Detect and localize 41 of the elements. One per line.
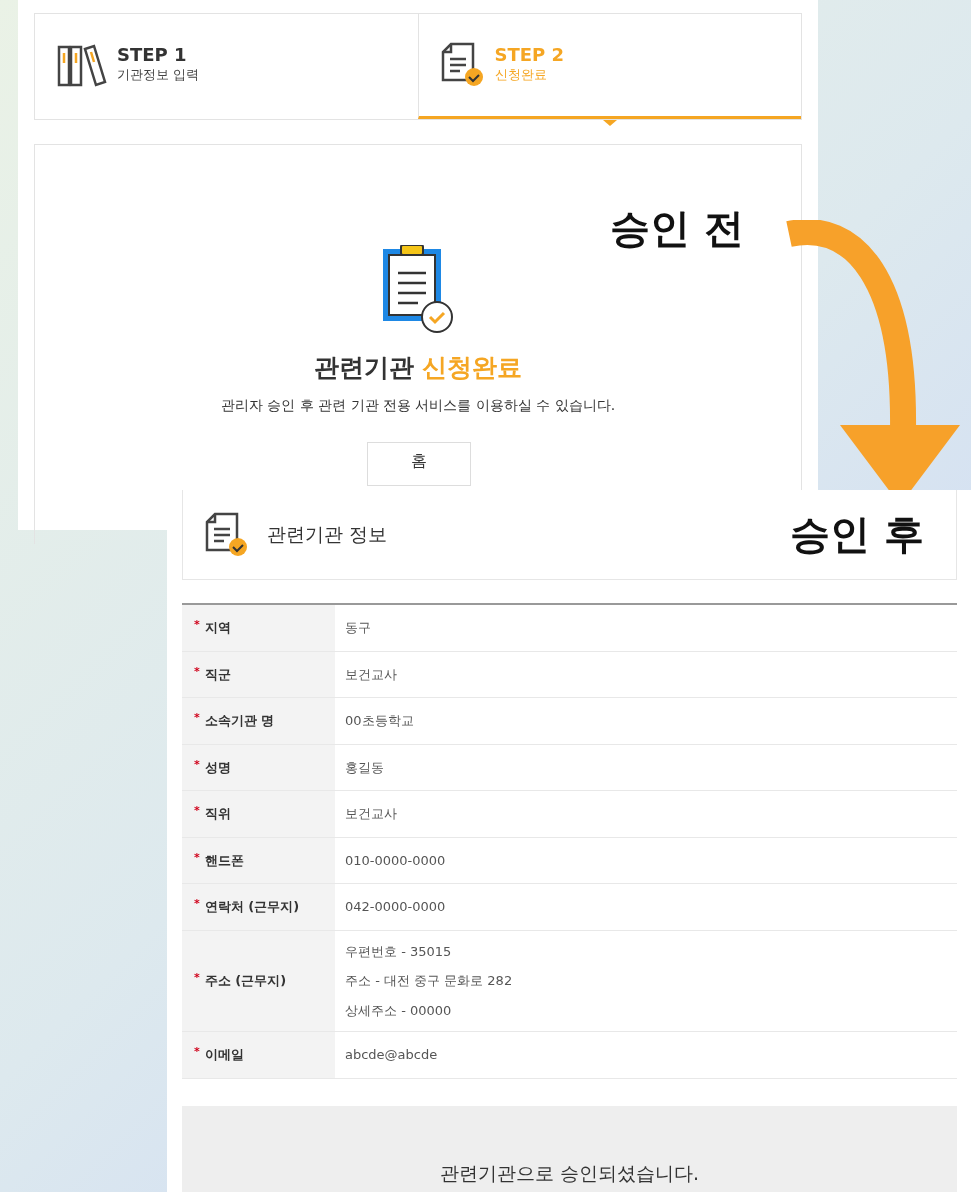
section-title: 관련기관 정보 — [267, 522, 388, 548]
clipboard-check-icon — [381, 245, 455, 335]
required-mark: * — [194, 756, 200, 773]
field-label: 직위 — [204, 805, 231, 823]
field-label: 주소 (근무지) — [204, 972, 287, 990]
field-value: 상세주소 - 00000 — [345, 1001, 453, 1020]
completion-message: 관리자 승인 후 관련 기관 전용 서비스를 이용하실 수 있습니다. — [220, 395, 616, 415]
required-mark: * — [194, 1044, 200, 1060]
document-check-icon — [440, 42, 485, 88]
field-label: 성명 — [204, 758, 231, 777]
step-tab[interactable]: STEP 1 기관정보 입력 — [35, 14, 418, 119]
before-caption: 승인 전 — [610, 208, 744, 248]
after-caption: 승인 후 — [790, 514, 924, 554]
field-label: 소속기관 명 — [204, 712, 275, 730]
required-mark: * — [194, 710, 200, 726]
required-mark: * — [194, 803, 200, 819]
field-value: 042-0000-0000 — [345, 898, 447, 916]
field-label: 이메일 — [204, 1046, 244, 1064]
required-mark: * — [194, 849, 200, 866]
field-value: abcde@abcde — [345, 1046, 439, 1064]
field-value: 보건교사 — [345, 805, 398, 823]
field-value: 우편번호 - 35015 — [345, 942, 453, 961]
field-value: 동구 — [345, 619, 372, 637]
home-button[interactable]: 홈 — [367, 441, 471, 486]
required-mark: * — [194, 896, 200, 912]
field-value: 홍길동 — [345, 758, 385, 777]
required-mark: * — [194, 663, 200, 680]
approval-notice: 관련기관으로 승인되셨습니다. — [439, 1161, 700, 1186]
required-mark: * — [194, 970, 200, 986]
completion-title: 관련기관 신청완료 — [313, 352, 523, 384]
document-check-icon — [205, 511, 249, 558]
field-value: 주소 - 대전 중구 문화로 282 — [345, 972, 514, 990]
field-value: 보건교사 — [345, 665, 398, 684]
field-value: 010-0000-0000 — [345, 851, 447, 870]
field-value: 00초등학교 — [345, 712, 415, 730]
required-mark: * — [194, 617, 200, 633]
field-label: 직군 — [204, 665, 231, 684]
field-label: 연락처 (근무지) — [204, 898, 300, 916]
field-label: 지역 — [204, 619, 231, 637]
binders-icon — [57, 43, 107, 87]
field-label: 핸드폰 — [204, 851, 244, 870]
